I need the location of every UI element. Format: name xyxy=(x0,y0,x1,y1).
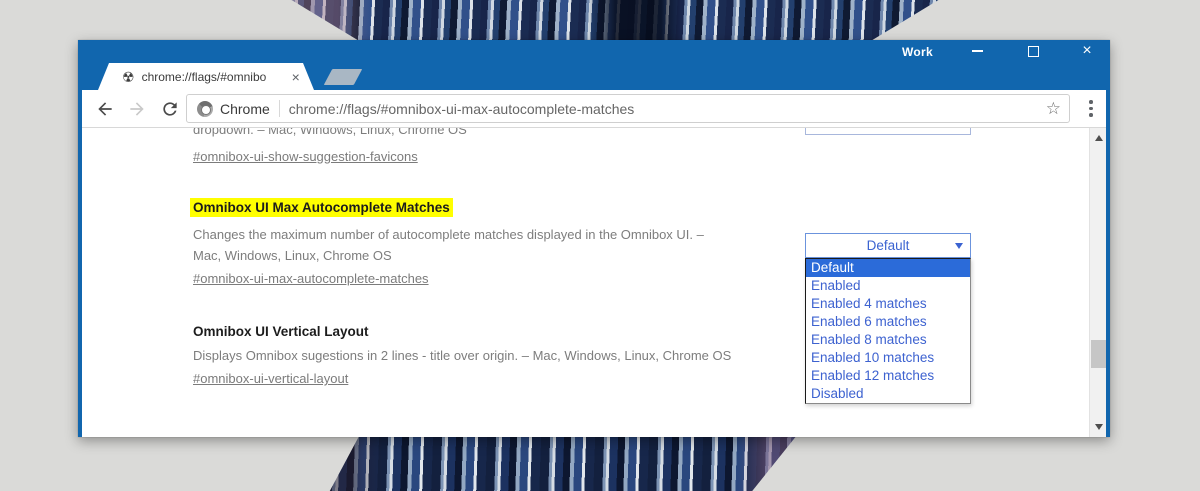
flags-page-content: dropdown. – Mac, Windows, Linux, Chrome … xyxy=(82,128,1106,437)
maximize-icon xyxy=(1027,45,1039,57)
profile-label[interactable]: Work xyxy=(902,45,933,59)
flag-select-dropdown: Default Enabled Enabled 4 matches Enable… xyxy=(805,258,971,404)
previous-flag-select[interactable] xyxy=(805,128,971,135)
scroll-up-icon[interactable] xyxy=(1090,130,1106,146)
browser-window: Work × ☢ chrome://flags/#omnibo × Chrome… xyxy=(78,40,1110,437)
radiation-favicon-icon: ☢ xyxy=(122,68,135,85)
reload-icon[interactable] xyxy=(160,99,180,119)
address-bar[interactable]: Chrome chrome://flags/#omnibox-ui-max-au… xyxy=(186,94,1070,123)
wallpaper-flower-top xyxy=(291,0,939,40)
site-chip-label: Chrome xyxy=(220,100,270,117)
scrollbar-thumb[interactable] xyxy=(1091,340,1106,368)
scroll-down-icon[interactable] xyxy=(1090,419,1106,435)
back-icon[interactable] xyxy=(95,99,115,119)
flag-link-max-autocomplete[interactable]: #omnibox-ui-max-autocomplete-matches xyxy=(193,271,429,286)
dropdown-option-enabled-10[interactable]: Enabled 10 matches xyxy=(806,349,970,367)
url-text[interactable]: chrome://flags/#omnibox-ui-max-autocompl… xyxy=(289,101,634,117)
select-dropdown-arrow-icon xyxy=(955,243,963,249)
window-titlebar: Work × xyxy=(82,40,1106,62)
dropdown-option-enabled-8[interactable]: Enabled 8 matches xyxy=(806,331,970,349)
flag-title-vertical-layout: Omnibox UI Vertical Layout xyxy=(193,324,369,339)
desktop: Work × ☢ chrome://flags/#omnibo × Chrome… xyxy=(0,0,1200,491)
tab-chrome-flags[interactable]: ☢ chrome://flags/#omnibo × xyxy=(98,63,314,90)
close-button[interactable]: × xyxy=(1070,40,1104,62)
dropdown-option-enabled[interactable]: Enabled xyxy=(806,277,970,295)
forward-icon[interactable] xyxy=(127,99,147,119)
tab-title: chrome://flags/#omnibo xyxy=(141,69,267,84)
scrollbar[interactable] xyxy=(1089,128,1106,437)
flag-link-show-suggestion-favicons[interactable]: #omnibox-ui-show-suggestion-favicons xyxy=(193,149,418,164)
flag-title-max-autocomplete: Omnibox UI Max Autocomplete Matches xyxy=(190,198,453,217)
flag-select-value: Default xyxy=(866,238,910,253)
minimize-button[interactable] xyxy=(960,40,994,62)
dropdown-option-enabled-12[interactable]: Enabled 12 matches xyxy=(806,367,970,385)
maximize-button[interactable] xyxy=(1016,40,1050,62)
dropdown-option-disabled[interactable]: Disabled xyxy=(806,385,970,403)
menu-icon[interactable] xyxy=(1089,100,1093,117)
dropdown-option-default[interactable]: Default xyxy=(806,259,970,277)
flag-description-line2: Mac, Windows, Linux, Chrome OS xyxy=(193,248,392,263)
tab-strip: ☢ chrome://flags/#omnibo × xyxy=(82,62,1106,90)
previous-flag-description: dropdown. – Mac, Windows, Linux, Chrome … xyxy=(193,128,467,137)
chip-separator xyxy=(278,100,280,117)
tab-close-icon[interactable]: × xyxy=(292,70,300,84)
new-tab-button[interactable] xyxy=(323,69,363,85)
bookmark-star-icon[interactable]: ☆ xyxy=(1046,100,1061,117)
flag-link-vertical-layout[interactable]: #omnibox-ui-vertical-layout xyxy=(193,371,348,386)
chrome-logo-icon xyxy=(197,100,213,117)
highlighted-flag-title: Omnibox UI Max Autocomplete Matches xyxy=(190,198,453,217)
browser-toolbar: Chrome chrome://flags/#omnibox-ui-max-au… xyxy=(82,90,1106,128)
flag-description-line1: Changes the maximum number of autocomple… xyxy=(193,227,704,242)
wallpaper-flower-bottom xyxy=(329,437,796,491)
dropdown-option-enabled-6[interactable]: Enabled 6 matches xyxy=(806,313,970,331)
dropdown-option-enabled-4[interactable]: Enabled 4 matches xyxy=(806,295,970,313)
minimize-icon xyxy=(971,50,983,52)
flag-description-vertical-layout: Displays Omnibox sugestions in 2 lines -… xyxy=(193,348,732,363)
flag-select[interactable]: Default xyxy=(805,233,971,258)
